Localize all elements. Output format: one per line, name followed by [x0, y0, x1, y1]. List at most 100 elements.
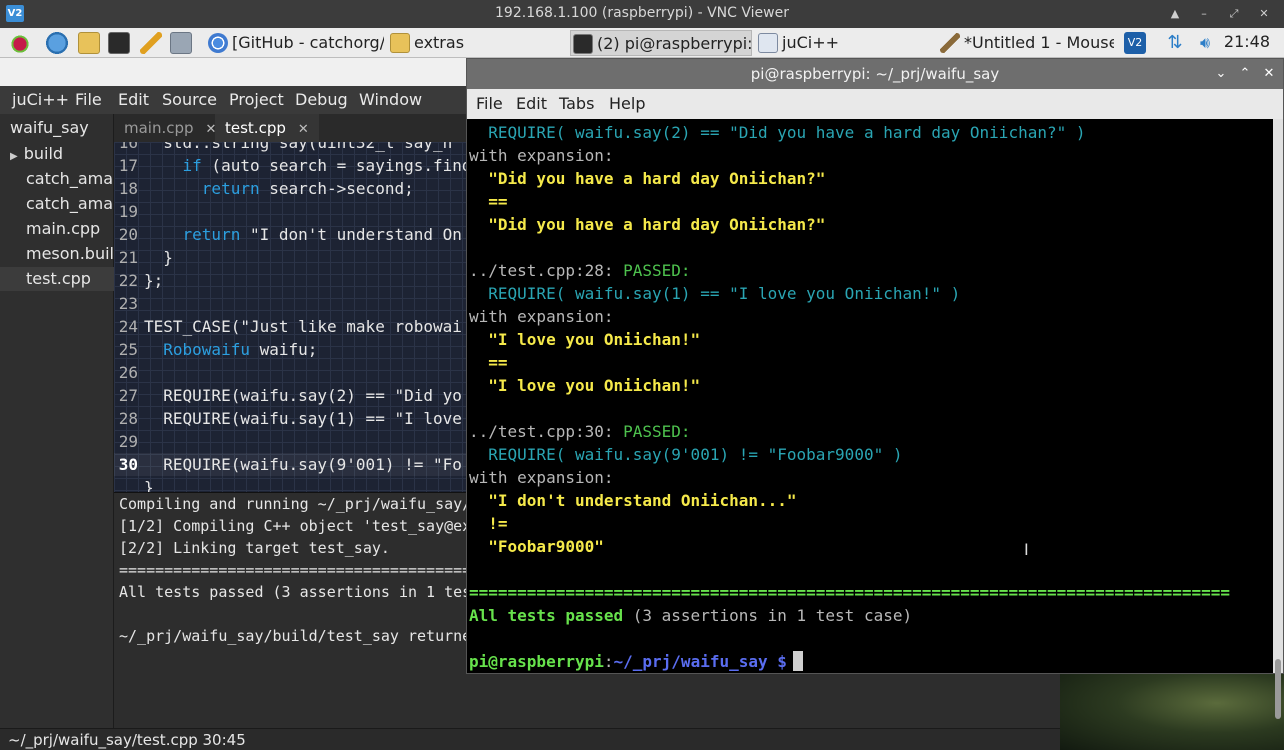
menu-project[interactable]: Project — [229, 90, 284, 109]
terminal-text: "I don't understand Oniichan..." — [469, 491, 797, 510]
terminal-launcher-icon[interactable] — [108, 32, 130, 54]
terminal-text: All tests passed — [469, 606, 624, 625]
task-github[interactable]: [GitHub - catchorg/... — [206, 30, 384, 56]
code-line: 24 TEST_CASE("Just like make robowai — [118, 317, 462, 336]
menu-debug[interactable]: Debug — [295, 90, 348, 109]
taskbar: [GitHub - catchorg/... extras (2) pi@ras… — [0, 28, 1284, 58]
menu-source[interactable]: Source — [162, 90, 217, 109]
raspberry-menu-icon[interactable] — [9, 32, 31, 54]
term-menu-help[interactable]: Help — [609, 94, 645, 113]
terminal-text: != — [469, 514, 508, 533]
output-line: ~/_prj/waifu_say/build/test_say returned — [119, 627, 470, 645]
vnc-tray-icon[interactable]: V2 — [1124, 32, 1146, 54]
terminal-line: ../test.cpp:30: PASSED: — [469, 420, 691, 443]
tree-item-meson-build[interactable]: meson.build — [0, 242, 114, 266]
tab-test-cpp-label: test.cpp — [225, 119, 286, 137]
terminal-line: REQUIRE( waifu.say(9'001) != "Foobar9000… — [469, 443, 902, 466]
menu-file[interactable]: File — [75, 90, 102, 109]
task-juci-label: juCi++ — [782, 33, 840, 52]
task-terminal[interactable]: (2) pi@raspberrypi: ... — [570, 30, 752, 56]
task-juci[interactable]: juCi++ — [756, 30, 934, 56]
scrollbar-thumb[interactable] — [1275, 659, 1281, 719]
terminal-line: ../test.cpp:28: PASSED: — [469, 259, 691, 282]
chevron-down-icon[interactable]: ⌄ — [1211, 64, 1231, 84]
terminal-line: REQUIRE( waifu.say(2) == "Did you have a… — [469, 121, 1086, 144]
menu-edit[interactable]: Edit — [118, 90, 149, 109]
tab-main-cpp-label: main.cpp — [124, 119, 194, 137]
terminal-line: "I don't understand Oniichan..." — [469, 489, 797, 512]
terminal-text: "I love you Oniichan!" — [469, 330, 701, 349]
terminal-text: ../test.cpp:30: — [469, 422, 624, 441]
network-icon[interactable]: ⇅ — [1164, 32, 1186, 54]
project-name[interactable]: waifu_say — [0, 116, 114, 140]
code-editor[interactable]: 16 std::string say(uint32_t say_n 17 if … — [114, 142, 470, 492]
vnc-server-icon[interactable] — [170, 32, 192, 54]
tree-item-catch-cpp[interactable]: catch_amalgamated.cpp — [0, 167, 114, 191]
task-mousepad[interactable]: *Untitled 1 - Mouse... — [938, 30, 1114, 56]
maximize-icon[interactable]: ⌃ — [1235, 64, 1255, 84]
expander-icon[interactable]: ▶ — [10, 151, 18, 162]
vnc-menu-button[interactable]: ▲ — [1163, 4, 1187, 24]
output-line: [1/2] Compiling C++ object 'test_say@exe — [119, 517, 470, 535]
terminal-text: REQUIRE( waifu.say(2) == "Did you have a… — [469, 123, 1086, 142]
term-menu-file[interactable]: File — [476, 94, 503, 113]
task-github-label: [GitHub - catchorg/... — [232, 33, 384, 52]
terminal-text: == — [469, 192, 508, 211]
task-extras[interactable]: extras — [388, 30, 564, 56]
tree-item-catch-hpp[interactable]: catch_amalgamated.hpp — [0, 192, 114, 216]
terminal-line: with expansion: — [469, 144, 614, 167]
terminal-icon — [573, 34, 593, 54]
volume-icon[interactable]: 🔊︎ — [1194, 32, 1216, 54]
vnc-maximize-button[interactable]: ⤢ — [1222, 4, 1246, 24]
menu-juci[interactable]: juCi++ — [12, 90, 69, 109]
terminal-line: "Did you have a hard day Oniichan?" — [469, 213, 825, 236]
code-line: 23 — [118, 294, 138, 313]
terminal-line: "I love you Oniichan!" — [469, 374, 700, 397]
vnc-minimize-button[interactable]: – — [1192, 4, 1216, 24]
terminal-text: "I love you Oniichan!" — [469, 376, 701, 395]
term-menu-tabs[interactable]: Tabs — [559, 94, 594, 113]
tab-test-cpp[interactable]: test.cpp ✕ — [215, 114, 319, 142]
code-line: 17 if (auto search = sayings.find — [118, 156, 470, 175]
terminal-text: with expansion: — [469, 146, 614, 165]
code-line: 26 — [118, 363, 138, 382]
terminal-text: pi@raspberrypi — [469, 652, 604, 671]
term-menu-edit[interactable]: Edit — [516, 94, 547, 113]
terminal-title: pi@raspberrypi: ~/_prj/waifu_say — [750, 65, 1000, 83]
vnc-close-button[interactable]: ✕ — [1252, 4, 1276, 24]
clock[interactable]: 21:48 — [1224, 32, 1270, 51]
terminal-scrollbar[interactable] — [1273, 119, 1283, 719]
terminal-output[interactable]: REQUIRE( waifu.say(2) == "Did you have a… — [467, 119, 1273, 673]
terminal-text: with expansion: — [469, 468, 614, 487]
terminal-line: "Did you have a hard day Oniichan?" — [469, 167, 825, 190]
code-line: 28 REQUIRE(waifu.say(1) == "I love — [118, 409, 462, 428]
terminal-titlebar: pi@raspberrypi: ~/_prj/waifu_say ⌄ ⌃ ✕ — [467, 59, 1283, 89]
terminal-text: : — [603, 652, 614, 671]
folder-icon — [390, 33, 410, 53]
menu-window[interactable]: Window — [359, 90, 422, 109]
desktop-wallpaper — [1060, 672, 1284, 750]
terminal-text: with expansion: — [469, 307, 614, 326]
text-editor-icon[interactable] — [140, 32, 162, 54]
terminal-cursor — [792, 651, 803, 671]
terminal-text: ========================================… — [469, 583, 1230, 602]
close-icon[interactable]: ✕ — [1259, 64, 1279, 84]
browser-launcher-icon[interactable] — [46, 32, 68, 54]
terminal-text: "Did you have a hard day Oniichan?" — [469, 215, 826, 234]
tree-item-build[interactable]: ▶ build — [0, 142, 114, 166]
terminal-line: REQUIRE( waifu.say(1) == "I love you Oni… — [469, 282, 960, 305]
current-code-line: 30 REQUIRE(waifu.say(9'001) != "Fo — [114, 453, 470, 476]
text-cursor-icon: I — [1024, 540, 1029, 559]
terminal-line: with expansion: — [469, 305, 614, 328]
build-output-panel[interactable]: Compiling and running ~/_prj/waifu_say/ … — [114, 492, 470, 728]
close-icon[interactable]: ✕ — [298, 122, 309, 137]
terminal-text: "Foobar9000" — [469, 537, 604, 556]
file-manager-icon[interactable] — [78, 32, 100, 54]
tab-main-cpp[interactable]: main.cpp ✕ — [114, 114, 226, 142]
output-line: ========================================… — [119, 561, 470, 579]
terminal-window: pi@raspberrypi: ~/_prj/waifu_say ⌄ ⌃ ✕ F… — [466, 58, 1284, 719]
tree-item-main-cpp[interactable]: main.cpp — [0, 217, 114, 241]
code-line: } — [144, 478, 154, 492]
tree-item-test-cpp[interactable]: test.cpp — [0, 267, 114, 291]
